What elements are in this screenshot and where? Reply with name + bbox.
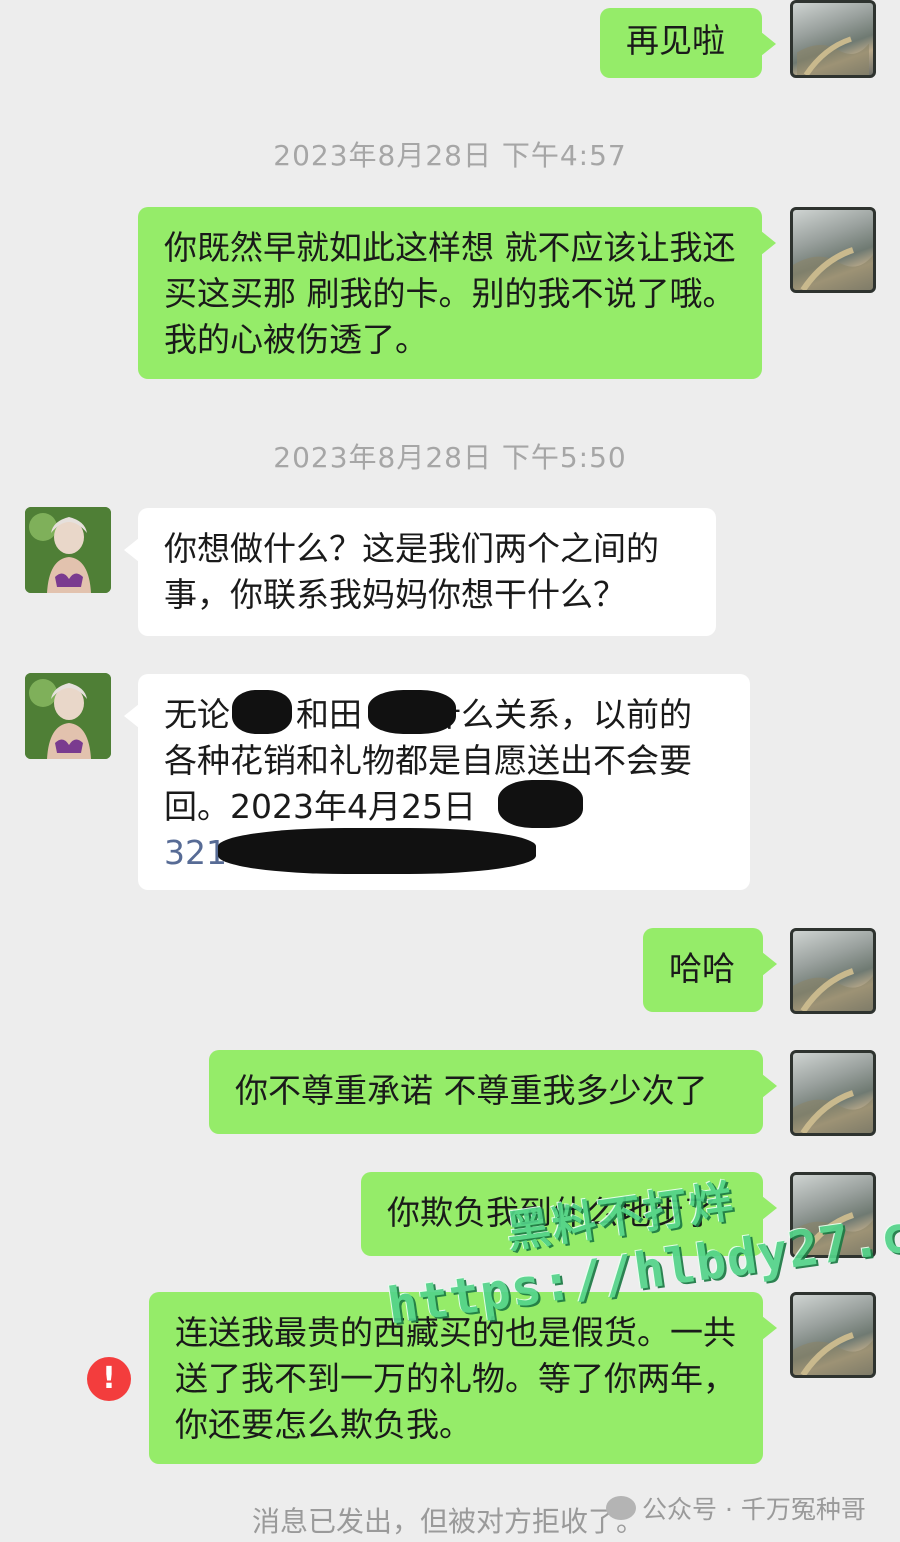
my-avatar[interactable]: [790, 0, 876, 78]
message-text: 哈哈: [669, 949, 735, 988]
send-failed-icon[interactable]: !: [87, 1357, 131, 1401]
landscape-avatar-icon: [793, 1090, 873, 1133]
message-bubble-outgoing[interactable]: 你既然早就如此这样想 就不应该让我还买这买那 刷我的卡。别的我不说了哦。我的心被…: [138, 207, 776, 379]
landscape-avatar-icon: [797, 36, 869, 75]
my-avatar[interactable]: [790, 207, 876, 293]
message-bubble-incoming[interactable]: 你想做什么？这是我们两个之间的事，你联系我妈妈你想干什么？: [124, 508, 716, 636]
person-avatar-icon: [25, 673, 111, 759]
message-bubble-outgoing[interactable]: 再见啦: [600, 8, 776, 78]
landscape-avatar-icon: [793, 247, 873, 290]
redaction-mark: [232, 690, 292, 734]
timestamp: 2023年8月28日 下午5:50: [273, 441, 627, 474]
message-text: 再见啦: [626, 21, 725, 60]
timestamp: 2023年8月28日 下午4:57: [273, 139, 627, 172]
redaction-mark: [498, 780, 583, 828]
landscape-avatar-icon: [793, 968, 873, 1011]
source-label: 公众号 · 千万冤种哥: [606, 1490, 866, 1526]
person-avatar-icon: [25, 507, 111, 593]
message-text: 你想做什么？这是我们两个之间的事，你联系我妈妈你想干什么？: [164, 529, 659, 614]
source-text: 公众号 · 千万冤种哥: [642, 1495, 866, 1524]
contact-avatar[interactable]: [25, 507, 111, 593]
landscape-avatar-icon: [793, 1332, 873, 1375]
redaction-mark: [368, 690, 456, 734]
message-text: 连送我最贵的西藏买的也是假货。一共送了我不到一万的礼物。等了你两年，你还要怎么欺…: [175, 1313, 736, 1444]
my-avatar[interactable]: [790, 1292, 876, 1378]
redaction-mark: [218, 828, 536, 874]
message-text: 你既然早就如此这样想 就不应该让我还买这买那 刷我的卡。别的我不说了哦。我的心被…: [164, 228, 736, 359]
rejected-notice: 消息已发出，但被对方拒收了。: [252, 1505, 645, 1538]
message-bubble-outgoing[interactable]: 哈哈: [643, 928, 777, 1012]
contact-avatar[interactable]: [25, 673, 111, 759]
my-avatar[interactable]: [790, 928, 876, 1014]
message-bubble-outgoing[interactable]: 你不尊重承诺 不尊重我多少次了: [209, 1050, 777, 1134]
wechat-icon: [606, 1496, 636, 1520]
my-avatar[interactable]: [790, 1050, 876, 1136]
message-text: 你不尊重承诺 不尊重我多少次了: [235, 1071, 708, 1110]
